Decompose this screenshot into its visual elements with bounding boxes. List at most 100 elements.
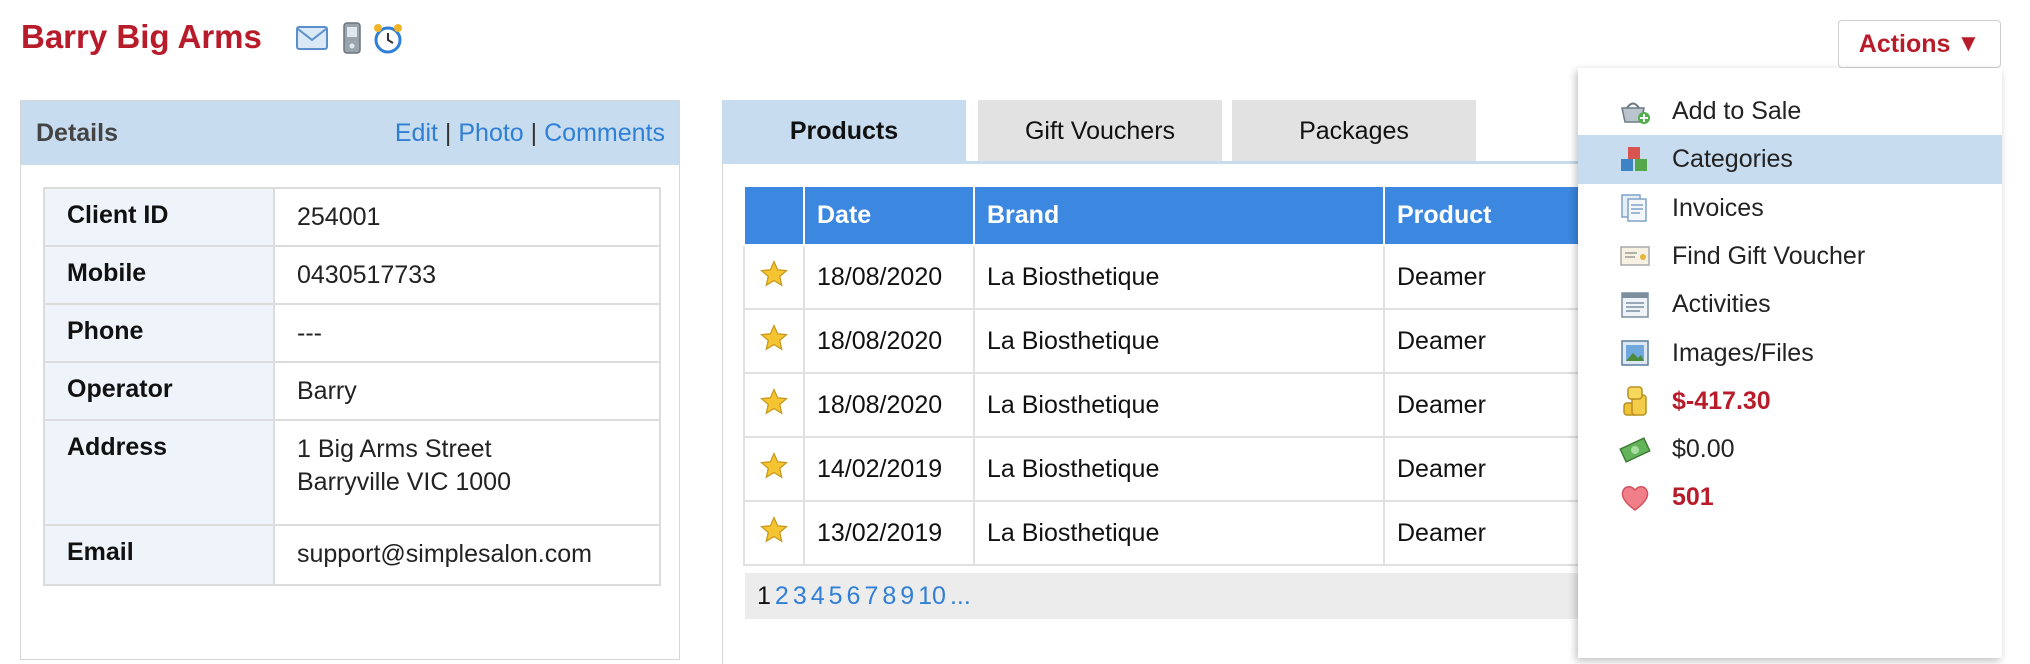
page-link[interactable]: ... [950,582,971,610]
cell-brand: La Biosthetique [973,372,1385,438]
star-icon [743,372,805,438]
client-name: Barry Big Arms [21,18,262,55]
page-link[interactable]: 3 [793,582,807,610]
details-label: Email [43,524,275,586]
details-value-line: --- [297,319,322,347]
page-link[interactable]: 9 [900,582,914,610]
menu-item-417-30[interactable]: $-417.30 [1578,377,2002,426]
menu-item-0-00[interactable]: $0.00 [1578,425,2002,474]
details-row: Email support@simplesalon.com [43,524,661,586]
details-value-line: support@simplesalon.com [297,540,592,568]
caret-down-icon: ▼ [1956,30,1981,57]
column-header-date[interactable]: Date [803,185,975,246]
cell-date: 18/08/2020 [803,244,975,310]
menu-item-find-gift-voucher[interactable]: Find Gift Voucher [1578,232,2002,281]
page-link[interactable]: 10 [918,582,946,610]
column-header-brand[interactable]: Brand [973,185,1385,246]
details-value: support@simplesalon.com [273,524,661,586]
details-value-line: 254001 [297,203,381,231]
menu-item-invoices[interactable]: Invoices [1578,184,2002,233]
table-row[interactable]: 18/08/2020 La Biosthetique Deamer [743,372,1711,438]
comments-link[interactable]: Comments [544,119,665,147]
link-separator: | [444,118,452,147]
details-value: 1 Big Arms Street Barryville VIC 1000 [273,419,661,526]
page-current: 1 [757,581,771,610]
cell-date: 18/08/2020 [803,308,975,374]
details-label: Phone [43,303,275,363]
menu-item-add-to-sale[interactable]: Add to Sale [1578,87,2002,136]
boxes-icon [1618,143,1652,177]
details-label: Operator [43,361,275,421]
menu-item-label: Categories [1672,145,1793,174]
menu-item-label: Invoices [1672,193,1764,222]
page-link[interactable]: 2 [775,582,789,610]
documents-icon [1618,191,1652,225]
details-value: --- [273,303,661,363]
page-link[interactable]: 6 [847,582,861,610]
menu-item-label: Activities [1672,290,1771,319]
pagination: 1 2 3 4 5 6 7 8 9 10... [745,573,1605,619]
star-icon [743,500,805,566]
details-label: Address [43,419,275,526]
calendar-list-icon [1618,288,1652,322]
mail-icon[interactable] [296,22,328,54]
table-row[interactable]: 18/08/2020 La Biosthetique Deamer [743,308,1711,374]
details-value-line: Barry [297,377,357,405]
cell-brand: La Biosthetique [973,436,1385,502]
cell-brand: La Biosthetique [973,500,1385,566]
page-link[interactable]: 8 [882,582,896,610]
mobile-phone-icon[interactable] [336,22,368,54]
menu-item-categories[interactable]: Categories [1578,135,2002,185]
products-table: Date Brand Product 18/08/2020 La Biosthet… [743,185,1711,566]
alarm-clock-icon[interactable] [372,22,404,54]
menu-item-label: Find Gift Voucher [1672,241,1866,270]
table-row[interactable]: 13/02/2019 La Biosthetique Deamer [743,500,1711,566]
details-value-line: 0430517733 [297,261,437,289]
table-row[interactable]: 14/02/2019 La Biosthetique Deamer [743,436,1711,502]
details-value: 0430517733 [273,245,661,305]
actions-button[interactable]: Actions ▼ [1838,20,2001,68]
edit-link[interactable]: Edit [395,119,438,147]
menu-item-501[interactable]: 501 [1578,473,2002,522]
menu-item-label: $0.00 [1672,435,1735,464]
page-link[interactable]: 5 [829,582,843,610]
tab-gift-vouchers[interactable]: Gift Vouchers [978,100,1222,162]
menu-item-label: $-417.30 [1672,386,1771,415]
cell-brand: La Biosthetique [973,244,1385,310]
table-row[interactable]: 18/08/2020 La Biosthetique Deamer [743,244,1711,310]
details-panel: Details Edit | Photo | Comments Client I… [20,100,680,660]
image-icon [1618,336,1652,370]
menu-item-label: Add to Sale [1672,97,1802,125]
page-link[interactable]: 4 [811,582,825,610]
page-link[interactable]: 7 [864,582,878,610]
details-row: Client ID 254001 [43,187,661,247]
details-row: Phone --- [43,303,661,363]
star-icon [743,244,805,310]
details-label: Mobile [43,245,275,305]
details-table: Client ID 254001 Mobile 0430517733 Phone --- O… [43,187,661,586]
details-value-line: 1 Big Arms Street [297,435,492,463]
tab-products[interactable]: Products [722,100,966,162]
details-row: Operator Barry [43,361,661,421]
actions-dropdown-menu: Add to Sale Categories Invoices Find Gift V… [1578,68,2002,658]
cell-date: 18/08/2020 [803,372,975,438]
star-icon [743,308,805,374]
heart-icon [1618,481,1652,515]
products-header-row: Date Brand Product [743,185,1711,246]
details-row: Address 1 Big Arms Street Barryville VIC 1… [43,419,661,526]
cash-note-icon [1618,433,1652,467]
details-value: 254001 [273,187,661,247]
menu-item-images-files[interactable]: Images/Files [1578,329,2002,378]
basket-add-icon [1618,95,1652,129]
tab-packages[interactable]: Packages [1232,100,1476,162]
menu-item-label: Images/Files [1672,338,1814,367]
photo-link[interactable]: Photo [458,119,523,147]
cell-date: 14/02/2019 [803,436,975,502]
link-separator: | [530,118,538,147]
menu-item-activities[interactable]: Activities [1578,280,2002,329]
details-header: Details Edit | Photo | Comments [21,101,679,165]
star-icon [743,436,805,502]
actions-label: Actions [1858,29,1951,58]
cell-date: 13/02/2019 [803,500,975,566]
voucher-icon [1618,239,1652,273]
